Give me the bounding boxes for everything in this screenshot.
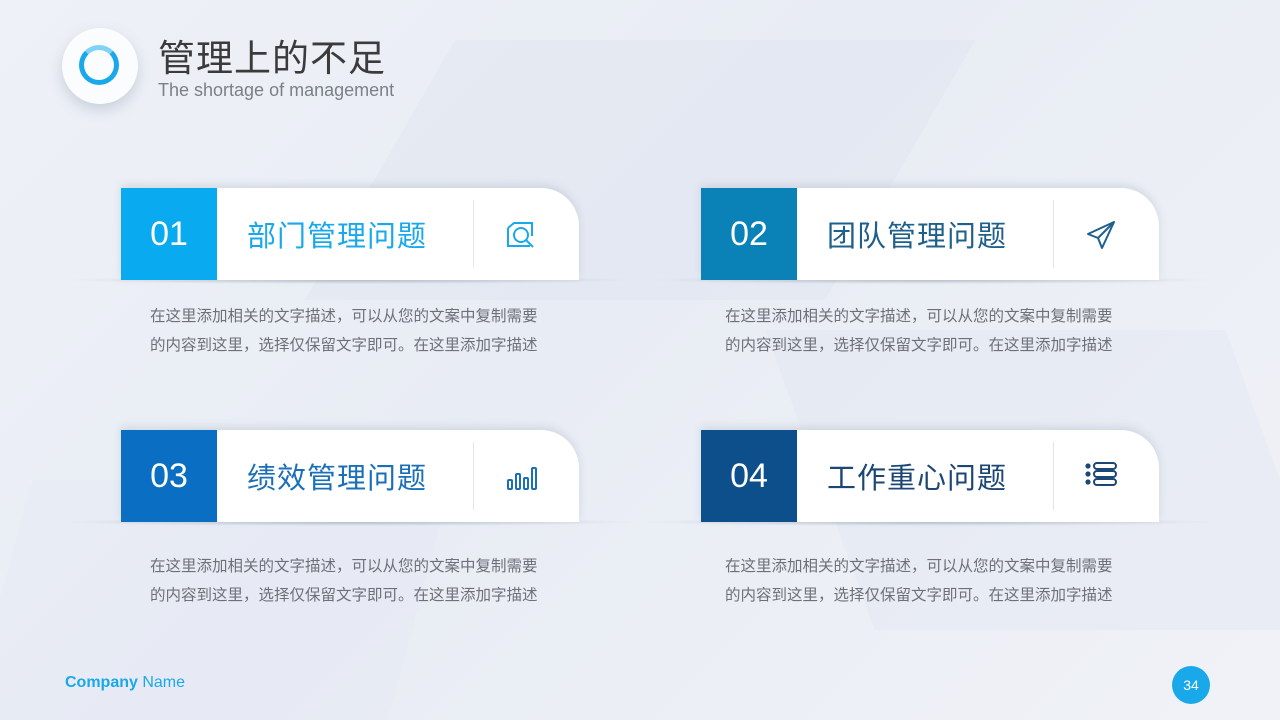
card-department-management: 01 部门管理问题 bbox=[61, 188, 639, 284]
card-description: 在这里添加相关的文字描述，可以从您的文案中复制需要 的内容到这里，选择仅保留文字… bbox=[725, 302, 1145, 360]
description-line: 的内容到这里，选择仅保留文字即可。在这里添加字描述 bbox=[150, 586, 538, 604]
card-body: 04 工作重心问题 bbox=[701, 430, 1159, 522]
card-body: 01 部门管理问题 bbox=[121, 188, 579, 280]
card-description: 在这里添加相关的文字描述，可以从您的文案中复制需要 的内容到这里，选择仅保留文字… bbox=[150, 302, 570, 360]
company-name: Company Name bbox=[65, 674, 185, 692]
card-label: 团队管理问题 bbox=[827, 219, 1008, 253]
description-line: 在这里添加相关的文字描述，可以从您的文案中复制需要 bbox=[150, 307, 538, 325]
card-description: 在这里添加相关的文字描述，可以从您的文案中复制需要 的内容到这里，选择仅保留文字… bbox=[725, 552, 1145, 610]
card-number: 02 bbox=[701, 188, 797, 280]
page-title: 管理上的不足 bbox=[158, 37, 386, 80]
card-number: 04 bbox=[701, 430, 797, 522]
company-name-bold: Company bbox=[65, 674, 138, 691]
card-description: 在这里添加相关的文字描述，可以从您的文案中复制需要 的内容到这里，选择仅保留文字… bbox=[150, 552, 570, 610]
description-line: 在这里添加相关的文字描述，可以从您的文案中复制需要 bbox=[725, 557, 1113, 575]
card-divider bbox=[1053, 442, 1054, 510]
description-line: 在这里添加相关的文字描述，可以从您的文案中复制需要 bbox=[725, 307, 1113, 325]
page-subtitle: The shortage of management bbox=[158, 80, 395, 100]
card-performance-management: 03 绩效管理问题 bbox=[61, 430, 639, 526]
card-body: 02 团队管理问题 bbox=[701, 188, 1159, 280]
card-label: 绩效管理问题 bbox=[247, 461, 428, 495]
description-line: 的内容到这里，选择仅保留文字即可。在这里添加字描述 bbox=[725, 336, 1113, 354]
card-divider bbox=[1053, 200, 1054, 268]
description-line: 的内容到这里，选择仅保留文字即可。在这里添加字描述 bbox=[150, 336, 538, 354]
card-team-management: 02 团队管理问题 bbox=[641, 188, 1219, 284]
ring-logo-icon bbox=[79, 45, 119, 85]
card-divider bbox=[473, 442, 474, 510]
card-number: 03 bbox=[121, 430, 217, 522]
description-line: 的内容到这里，选择仅保留文字即可。在这里添加字描述 bbox=[725, 586, 1113, 604]
card-number: 01 bbox=[121, 188, 217, 280]
page-number-badge: 34 bbox=[1172, 666, 1210, 704]
card-divider bbox=[473, 200, 474, 268]
card-work-focus: 04 工作重心问题 bbox=[641, 430, 1219, 526]
logo-badge bbox=[62, 28, 138, 104]
card-body: 03 绩效管理问题 bbox=[121, 430, 579, 522]
list-icon bbox=[1085, 462, 1117, 486]
card-label: 工作重心问题 bbox=[827, 461, 1008, 495]
bar-chart-icon bbox=[507, 467, 537, 490]
paper-plane-icon bbox=[1087, 221, 1115, 249]
description-line: 在这里添加相关的文字描述，可以从您的文案中复制需要 bbox=[150, 557, 538, 575]
card-label: 部门管理问题 bbox=[247, 219, 428, 253]
search-document-icon bbox=[507, 222, 534, 248]
company-name-rest: Name bbox=[137, 674, 186, 691]
